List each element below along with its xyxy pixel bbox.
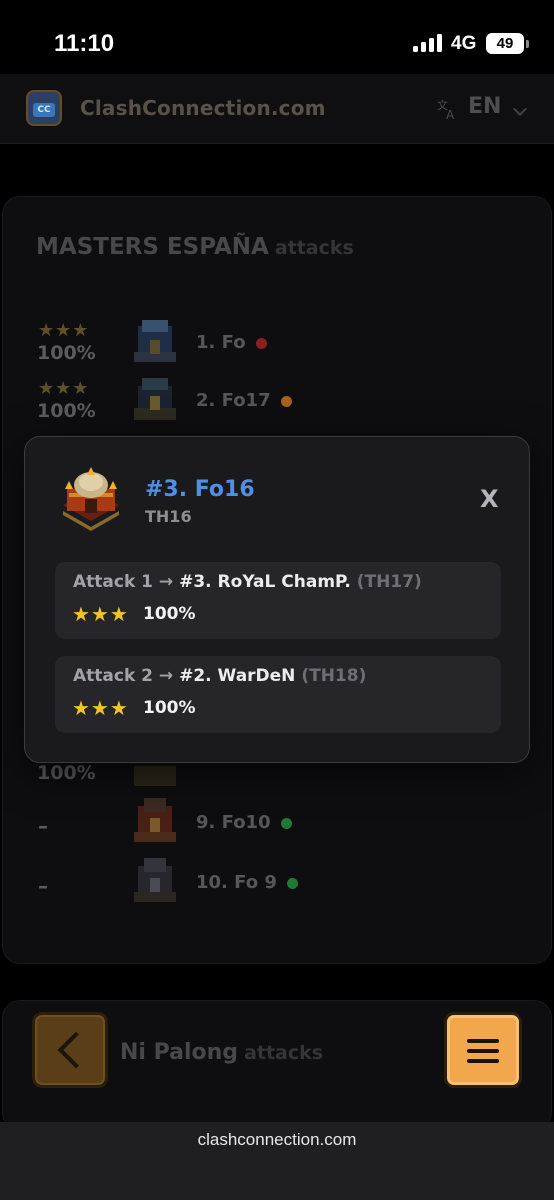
town-hall-icon: [128, 314, 182, 368]
no-attack-dash: –: [38, 874, 48, 898]
attack-percent: 100%: [37, 400, 96, 422]
brand-name[interactable]: ClashConnection.com: [80, 96, 326, 120]
site-header: CC ClashConnection.com 文 A EN: [0, 74, 554, 144]
back-button[interactable]: [32, 1012, 108, 1088]
hamburger-icon: [467, 1039, 499, 1043]
list-item[interactable]: – 9. Fo10: [0, 798, 554, 856]
menu-button[interactable]: [444, 1012, 522, 1088]
player-name[interactable]: 10. Fo 9: [196, 872, 298, 893]
translate-icon[interactable]: 文 A: [436, 98, 458, 122]
star-rating: ★★★: [38, 320, 90, 341]
player-attacks-modal: #3. Fo16 TH16 X Attack 1 → #3. RoYaL Cha…: [24, 436, 530, 763]
browser-url-bar[interactable]: clashconnection.com: [0, 1122, 554, 1200]
town-hall-icon: [128, 794, 182, 848]
url-text[interactable]: clashconnection.com: [0, 1130, 554, 1150]
attack-percent: 100%: [143, 698, 196, 718]
attack-target-th: (TH17): [356, 572, 422, 592]
attack-target: #3. RoYaL ChamP.: [179, 572, 351, 592]
status-bar: 11:10 4G 49: [0, 0, 554, 74]
signal-icon: [413, 34, 443, 52]
player-name[interactable]: 1. Fo: [196, 332, 267, 353]
attack-description: Attack 1 → #3. RoYaL ChamP. (TH17): [73, 572, 422, 592]
clan-name-2: Ni Palong: [120, 1040, 239, 1065]
svg-text:A: A: [446, 108, 455, 120]
modal-subtitle: TH16: [145, 507, 192, 526]
clan-title-2: Ni Palong attacks: [120, 1040, 323, 1065]
star-rating: ★★★: [38, 378, 90, 399]
language-selector[interactable]: EN: [468, 94, 501, 119]
status-dot: [280, 395, 292, 407]
attack-percent: 100%: [37, 762, 96, 784]
clan-title-suffix: attacks: [274, 237, 354, 259]
star-rating: ★★★: [72, 696, 129, 720]
player-name[interactable]: 9. Fo10: [196, 812, 292, 833]
player-name[interactable]: 2. Fo17: [196, 390, 292, 411]
close-button[interactable]: X: [480, 485, 499, 513]
status-time: 11:10: [54, 30, 115, 57]
hamburger-icon-bar: [467, 1049, 499, 1053]
star-rating: ★★★: [72, 602, 129, 626]
clan-title-suffix-2: attacks: [244, 1042, 324, 1064]
modal-title: #3. Fo16: [145, 477, 255, 502]
town-hall-16-icon: [55, 465, 127, 531]
list-item[interactable]: ★★★ 100% 1. Fo: [0, 320, 554, 376]
battery-icon: 49: [486, 33, 524, 54]
chevron-left-icon: [57, 1031, 95, 1069]
logo-badge: CC: [33, 103, 55, 117]
attack-label: Attack 2 →: [73, 666, 180, 686]
list-item[interactable]: ★★★ 100% 2. Fo17: [0, 378, 554, 434]
site-logo[interactable]: CC: [26, 90, 62, 126]
attack-label: Attack 1 →: [73, 572, 180, 592]
no-attack-dash: –: [38, 814, 48, 838]
status-dot: [280, 817, 292, 829]
network-type: 4G: [451, 33, 477, 54]
attack-percent: 100%: [143, 604, 196, 624]
battery-tip: [526, 40, 529, 48]
attack-card-2: Attack 2 → #2. WarDeN (TH18) ★★★ 100%: [55, 656, 501, 733]
attack-card-1: Attack 1 → #3. RoYaL ChamP. (TH17) ★★★ 1…: [55, 562, 501, 639]
attack-description: Attack 2 → #2. WarDeN (TH18): [73, 666, 366, 686]
clan-title: MASTERS ESPAÑA attacks: [36, 234, 354, 260]
attack-target-th: (TH18): [301, 666, 367, 686]
town-hall-icon: [128, 854, 182, 908]
attack-percent: 100%: [37, 342, 96, 364]
list-item[interactable]: – 10. Fo 9: [0, 858, 554, 916]
clan-name: MASTERS ESPAÑA: [36, 234, 269, 260]
status-dot: [286, 877, 298, 889]
hamburger-icon-bar: [467, 1059, 499, 1063]
chevron-down-icon[interactable]: [512, 101, 528, 117]
attack-target: #2. WarDeN: [179, 666, 296, 686]
status-dot: [255, 337, 267, 349]
town-hall-icon: [128, 372, 182, 426]
